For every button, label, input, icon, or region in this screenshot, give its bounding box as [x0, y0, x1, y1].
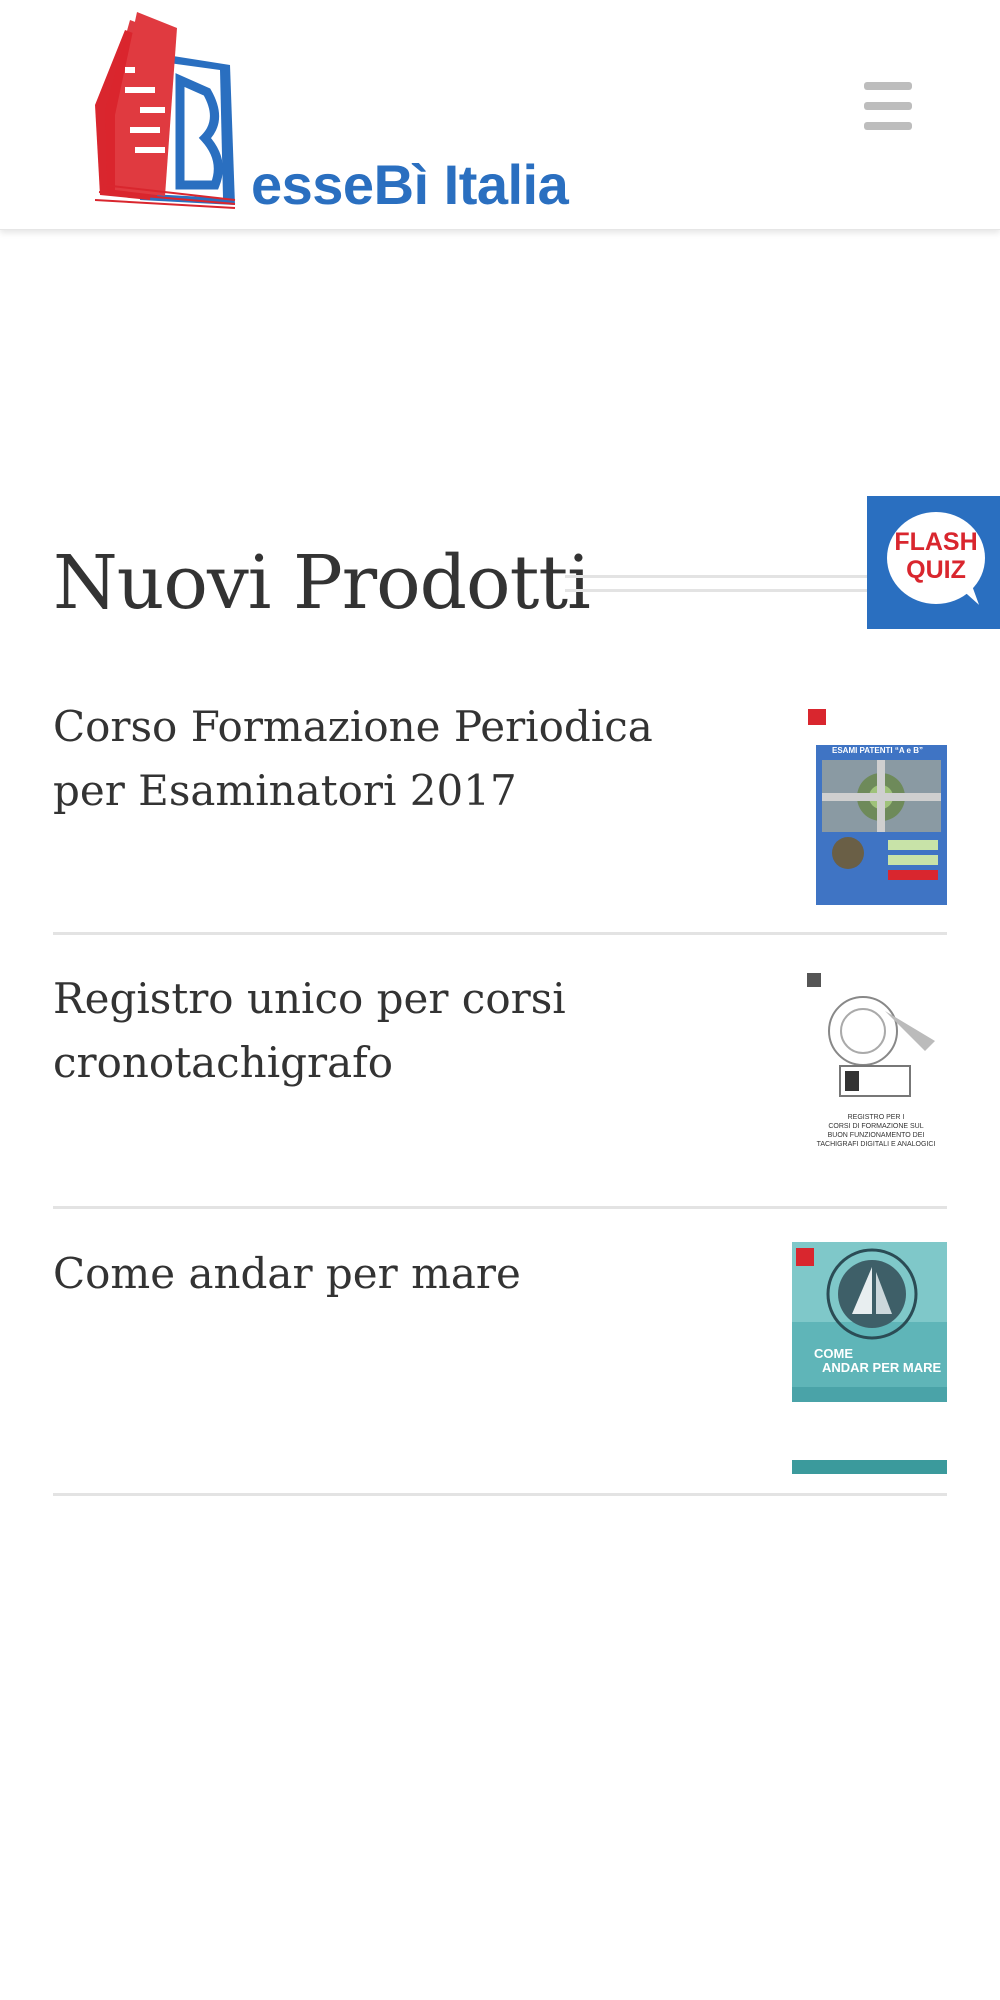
book-cover-mare-icon: COME ANDAR PER MARE [792, 1242, 947, 1474]
product-item: Registro unico per corsi cronotachigrafo… [53, 967, 947, 1209]
product-cover-image[interactable]: COME ANDAR PER MARE [792, 1242, 947, 1474]
book-cover-registro-icon: REGISTRO PER I CORSI DI FORMAZIONE SUL B… [805, 971, 947, 1167]
site-logo[interactable]: esseBì Italia [95, 10, 615, 216]
svg-text:BUON FUNZIONAMENTO DEI: BUON FUNZIONAMENTO DEI [828, 1132, 925, 1139]
svg-text:ANDAR PER MARE: ANDAR PER MARE [822, 1360, 942, 1375]
svg-text:CORSI DI FORMAZIONE SUL: CORSI DI FORMAZIONE SUL [828, 1123, 923, 1130]
product-title[interactable]: Corso Formazione Periodica per Esaminato… [53, 695, 723, 823]
product-item: Come andar per mare COME ANDAR PER MARE [53, 1242, 947, 1496]
title-divider [565, 575, 867, 597]
section-title: Nuovi Prodotti [53, 540, 591, 626]
product-item: Corso Formazione Periodica per Esaminato… [53, 695, 947, 935]
svg-text:TACHIGRAFI DIGITALI E ANALOGIC: TACHIGRAFI DIGITALI E ANALOGICI [817, 1141, 936, 1148]
flash-quiz-label: FLASH QUIZ [894, 528, 978, 584]
flash-quiz-button[interactable]: FLASH QUIZ [867, 496, 1000, 629]
svg-text:REGISTRO PER I: REGISTRO PER I [848, 1114, 905, 1121]
svg-text:ESAMI PATENTI “A e B”: ESAMI PATENTI “A e B” [832, 746, 923, 755]
site-header: esseBì Italia [0, 0, 1000, 230]
book-cover-guida-icon: GUIDA APPLICATIVA PER ESAMI PATENTI “A e… [808, 705, 947, 905]
logo-book-icon [95, 12, 236, 209]
logo-text: esseBì Italia [251, 153, 569, 216]
svg-text:GUIDA APPLICATIVA PER: GUIDA APPLICATIVA PER [832, 736, 930, 745]
product-title[interactable]: Registro unico per corsi cronotachigrafo [53, 967, 723, 1095]
product-cover-image[interactable]: REGISTRO PER I CORSI DI FORMAZIONE SUL B… [805, 971, 947, 1167]
product-cover-image[interactable]: GUIDA APPLICATIVA PER ESAMI PATENTI “A e… [808, 705, 947, 905]
product-title[interactable]: Come andar per mare [53, 1242, 723, 1306]
svg-text:COME: COME [814, 1346, 853, 1361]
hamburger-menu-icon[interactable] [858, 82, 918, 130]
